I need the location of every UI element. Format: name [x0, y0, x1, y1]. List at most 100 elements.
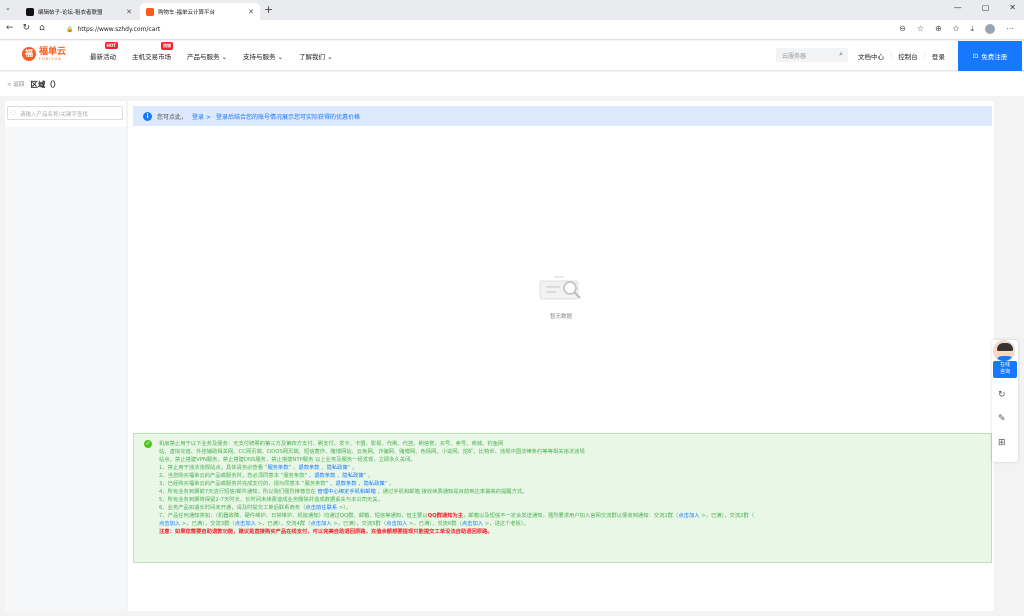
- join-group-link[interactable]: 点击加入: [462, 521, 483, 527]
- contact-link[interactable]: 点击前往联系: [305, 505, 337, 511]
- profile-avatar[interactable]: [985, 24, 995, 34]
- login-hint-link[interactable]: 登录 >: [192, 112, 211, 121]
- minimize-icon[interactable]: —: [954, 3, 962, 12]
- register-button[interactable]: ⊡ 免费注册: [958, 41, 1022, 71]
- product-search-placeholder: 请输入产品名称/关键字查找: [20, 112, 88, 118]
- divider: |: [890, 51, 893, 59]
- join-group-link[interactable]: 点击加入: [310, 521, 331, 527]
- back-link[interactable]: < 返回: [7, 80, 24, 88]
- url-field[interactable]: 🔒 https://www.szhdy.com/cart: [58, 23, 958, 37]
- refund-warning: 注意：如果您需要自助退款功能，建议是直接购买产品在线支付，可以完美自助退回原路，…: [159, 529, 493, 535]
- browser-tab-1[interactable]: 编辑帖子-论坛-租衣者联盟 ✕: [20, 3, 138, 20]
- nav-item-host-market[interactable]: 主机交易市场 热销: [132, 42, 173, 61]
- console-link[interactable]: 控制台: [898, 51, 918, 61]
- notice-text: 6、业务产品如遇长时间未开通，请及时提交工单后联系商务（: [159, 505, 306, 511]
- register-label: 免费注册: [981, 53, 1008, 61]
- notice-text: 2、当您购买福单云的产品或服务时，您必须同意本 “服务条款: [159, 473, 305, 479]
- nav-item-latest-activity[interactable]: 最新活动 HOT: [90, 42, 118, 61]
- hot-badge: HOT: [104, 42, 118, 49]
- empty-state: 暂无数据: [516, 271, 606, 320]
- lock-icon: 🔒: [66, 26, 74, 33]
- service-notice: ✓ 机房禁止用于以下业务及服务：无支付牌照的第三方及第四方支付、刷支付、发卡、卡…: [133, 433, 992, 563]
- join-group-link[interactable]: 点击加入: [678, 513, 699, 519]
- info-icon: i: [143, 111, 152, 121]
- notice-text: 4、所有业务到期前7天进行短信/邮件通知，所以我们强烈推荐您在: [159, 489, 318, 495]
- terms-link[interactable]: 服务条款: [267, 465, 288, 471]
- privacy-link[interactable]: 、隐私政策: [357, 481, 385, 487]
- zoom-icon[interactable]: ⊖: [899, 24, 906, 34]
- notice-text: >，已满），交流4群（: [255, 521, 311, 527]
- address-bar-row: ← ↻ ⌂ 🔒 https://www.szhdy.com/cart ⊖ ☆ ⊕ …: [0, 20, 1024, 40]
- header-search-input[interactable]: 云服务器 ⌕: [776, 48, 848, 62]
- site-header: 福 福单云 FUDIYUN 最新活动 HOT 主机交易市场 热销 产品与服务 ⌄ 支…: [0, 41, 1024, 71]
- search-placeholder: 云服务器: [782, 53, 807, 60]
- site-logo[interactable]: 福 福单云 FUDIYUN: [22, 47, 66, 61]
- extensions-icon[interactable]: ⊕: [935, 24, 942, 34]
- refund-link[interactable]: ” 、退款条款: [305, 473, 336, 479]
- customer-service-avatar[interactable]: [993, 340, 1015, 362]
- refund-link[interactable]: 退款条款: [298, 465, 319, 471]
- search-icon[interactable]: ⌕: [839, 50, 843, 59]
- divider: |: [923, 51, 926, 59]
- close-window-icon[interactable]: ✕: [1009, 3, 1016, 12]
- notice-text: >，已满），交流5群（: [331, 521, 387, 527]
- qrcode-icon[interactable]: ⊞: [998, 438, 1006, 448]
- notice-text: 、: [319, 465, 327, 471]
- notice-line: 站、虚拟充值、外挂辅助相关网、CC网页端、DDOS网页端、短信轰炸、赌博网站、云…: [159, 449, 585, 455]
- login-hint-bar: i 您可点此， 登录 > 登录后结合您的账号情况展示您可实际获得的优惠价格: [133, 106, 992, 126]
- notice-text: >）。: [337, 505, 352, 511]
- notice-line: 3、已经购买福单云的产品或服务并完成支付的，视为同意本 “服务条款” 、退款条款…: [159, 480, 981, 488]
- docs-link[interactable]: 文档中心: [858, 51, 884, 61]
- notice-line: 4、所有业务到期前7天进行短信/邮件通知，所以我们强烈推荐您在 管理中心绑定手机…: [159, 488, 981, 496]
- tab-favicon-icon: [26, 7, 34, 16]
- favorite-star-icon[interactable]: ☆: [917, 24, 924, 34]
- privacy-link[interactable]: 、隐私政策: [335, 473, 364, 479]
- main-nav: 最新活动 HOT 主机交易市场 热销 产品与服务 ⌄ 支持与服务 ⌄ 了解我们 ⌄: [90, 42, 333, 61]
- reload-icon[interactable]: ↻: [23, 23, 31, 33]
- new-tab-plus-icon[interactable]: +: [264, 3, 273, 16]
- nav-label: 最新活动: [90, 53, 116, 61]
- collections-icon[interactable]: ✩: [953, 24, 960, 34]
- notice-text: ” 、: [288, 465, 299, 471]
- notice-line: 7、产品任何通知类如：（机器故障、硬件维护、日常维护、机房通知）均通过QQ群、邮…: [159, 512, 981, 520]
- close-tab-icon[interactable]: ✕: [126, 8, 132, 16]
- privacy-link[interactable]: 隐私政策: [327, 465, 348, 471]
- online-consult-button[interactable]: 在线 咨询: [993, 361, 1017, 378]
- notice-text: 7、产品任何通知类如：（机器故障、硬件维护、日常维护、机房通知）均通过QQ群、邮…: [159, 513, 428, 519]
- join-group-link[interactable]: 点击加入: [159, 521, 180, 527]
- login-hint-prefix: 您可点此，: [157, 113, 188, 121]
- maximize-icon[interactable]: ▢: [982, 3, 990, 12]
- edit-icon[interactable]: ✎: [998, 414, 1006, 424]
- product-search-input[interactable]: ◌ 请输入产品名称/关键字查找: [7, 106, 123, 120]
- more-menu-icon[interactable]: ⋯: [1006, 24, 1014, 34]
- notice-line: 机房禁止用于以下业务及服务：无支付牌照的第三方及第四方支付、刷支付、发卡、卡盟、…: [159, 441, 504, 447]
- nav-item-support[interactable]: 支持与服务 ⌄: [243, 51, 283, 61]
- logo-subtitle: FUDIYUN: [39, 57, 62, 61]
- browser-tab-2-active[interactable]: 购物车-福单云计算平台 ✕: [140, 3, 260, 20]
- refund-link[interactable]: ” 、退款条款: [326, 481, 357, 487]
- page-title: 区域（）: [30, 79, 61, 89]
- url-text: https://www.szhdy.com/cart: [77, 26, 161, 33]
- notice-line: 点击加入 >，已满），交流3群（点击加入 >，已满），交流4群（点击加入 >，已…: [159, 520, 981, 528]
- nav-label: 主机交易市场: [132, 53, 171, 61]
- join-group-link[interactable]: 点击加入: [235, 521, 256, 527]
- nav-item-products[interactable]: 产品与服务 ⌄: [187, 51, 227, 61]
- notice-line: 1、禁止用于违法违规站点。具体请务必查看 “服务条款” 、退款条款 、隐私政策”…: [159, 464, 981, 472]
- tab-title: 购物车-福单云计算平台: [158, 9, 215, 16]
- refresh-icon[interactable]: ↻: [998, 390, 1006, 400]
- bind-phone-link[interactable]: 管理中心绑定手机和邮箱: [318, 489, 376, 495]
- breadcrumb: < 返回 区域（）: [0, 72, 1024, 96]
- notice-text: ” 。: [347, 465, 358, 471]
- logo-mark-icon: 福: [22, 47, 36, 61]
- tab-list-chevron-icon[interactable]: ⌄: [5, 4, 11, 12]
- login-link[interactable]: 登录: [932, 51, 945, 61]
- notice-text: ，通过手机和邮箱: [375, 489, 420, 495]
- product-sidebar: ◌ 请输入产品名称/关键字查找: [5, 101, 126, 611]
- nav-item-about[interactable]: 了解我们 ⌄: [299, 51, 333, 61]
- close-tab-icon[interactable]: ✕: [248, 8, 254, 16]
- home-icon[interactable]: ⌂: [39, 23, 45, 33]
- downloads-icon[interactable]: ⤓: [970, 24, 974, 34]
- notice-text: >，已满），交流3群（: [180, 521, 235, 527]
- back-arrow-icon[interactable]: ←: [6, 23, 14, 33]
- join-group-link[interactable]: 点击加入: [386, 521, 407, 527]
